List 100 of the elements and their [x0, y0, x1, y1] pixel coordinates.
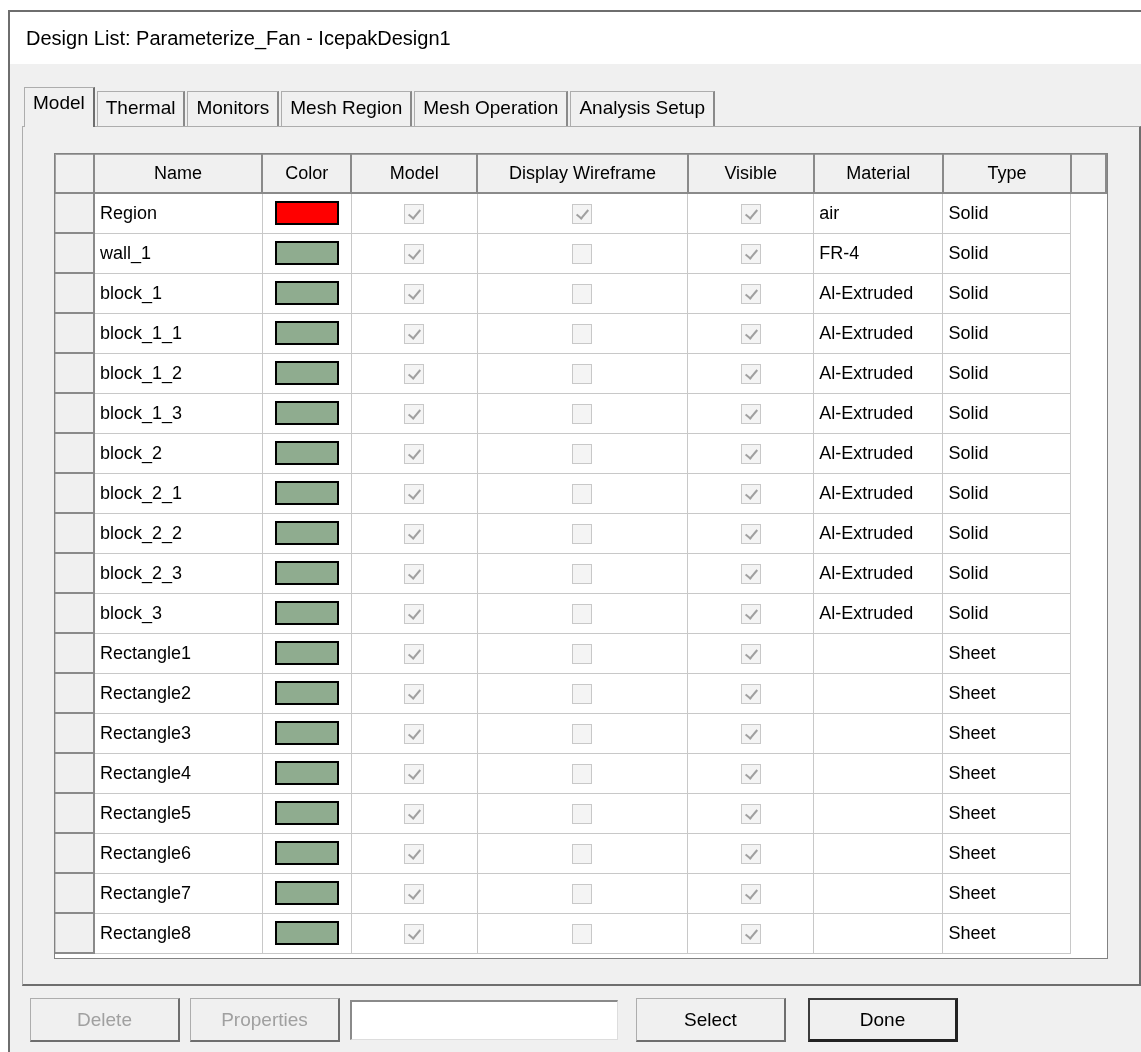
checkbox[interactable]: [572, 723, 593, 744]
row-header[interactable]: [55, 513, 94, 553]
checkbox[interactable]: [404, 723, 425, 744]
tab[interactable]: Mesh Operation: [414, 91, 569, 126]
color-swatch[interactable]: [274, 601, 339, 625]
checkbox[interactable]: [404, 443, 425, 464]
checkbox[interactable]: [740, 563, 761, 584]
checkbox[interactable]: [404, 643, 425, 664]
checkbox[interactable]: [572, 283, 593, 304]
checkbox[interactable]: [740, 323, 761, 344]
row-header[interactable]: [55, 353, 94, 393]
checkbox[interactable]: [740, 443, 761, 464]
row-header[interactable]: [55, 593, 94, 633]
checkbox[interactable]: [572, 483, 593, 504]
checkbox[interactable]: [740, 403, 761, 424]
checkbox[interactable]: [740, 763, 761, 784]
dialog-button[interactable]: Done: [808, 998, 958, 1042]
checkbox[interactable]: [740, 643, 761, 664]
checkbox[interactable]: [404, 403, 425, 424]
checkbox[interactable]: [572, 363, 593, 384]
row-header[interactable]: [55, 193, 94, 233]
checkbox[interactable]: [404, 603, 425, 624]
color-swatch[interactable]: [274, 721, 339, 745]
color-swatch[interactable]: [274, 241, 339, 265]
checkbox[interactable]: [404, 243, 425, 264]
column-header[interactable]: Material: [813, 154, 943, 193]
checkbox[interactable]: [740, 243, 761, 264]
checkbox[interactable]: [740, 803, 761, 824]
checkbox[interactable]: [572, 203, 593, 224]
checkbox[interactable]: [572, 403, 593, 424]
tab[interactable]: Thermal: [96, 91, 186, 126]
checkbox[interactable]: [740, 923, 761, 944]
row-header[interactable]: [55, 313, 94, 353]
checkbox[interactable]: [740, 603, 761, 624]
row-header[interactable]: [55, 633, 94, 673]
color-swatch[interactable]: [274, 641, 339, 665]
row-header[interactable]: [55, 553, 94, 593]
column-header[interactable]: Visible: [687, 154, 814, 193]
row-header[interactable]: [55, 913, 94, 953]
color-swatch[interactable]: [274, 401, 339, 425]
color-swatch[interactable]: [274, 201, 339, 226]
checkbox[interactable]: [572, 523, 593, 544]
row-header[interactable]: [55, 673, 94, 713]
checkbox[interactable]: [740, 843, 761, 864]
color-swatch[interactable]: [274, 521, 339, 545]
tab[interactable]: Mesh Region: [281, 91, 413, 126]
color-swatch[interactable]: [274, 321, 339, 345]
row-header[interactable]: [55, 273, 94, 313]
row-header[interactable]: [55, 873, 94, 913]
column-header[interactable]: Model: [351, 154, 478, 193]
checkbox[interactable]: [404, 483, 425, 504]
row-header[interactable]: [55, 793, 94, 833]
color-swatch[interactable]: [274, 681, 339, 705]
checkbox[interactable]: [404, 283, 425, 304]
checkbox[interactable]: [404, 923, 425, 944]
checkbox[interactable]: [572, 763, 593, 784]
column-header[interactable]: Type: [942, 154, 1071, 193]
row-header[interactable]: [55, 753, 94, 793]
dialog-button[interactable]: Select: [636, 998, 786, 1042]
checkbox[interactable]: [740, 883, 761, 904]
checkbox[interactable]: [404, 803, 425, 824]
color-swatch[interactable]: [274, 441, 339, 465]
color-swatch[interactable]: [274, 561, 339, 585]
color-swatch[interactable]: [274, 801, 339, 825]
tab[interactable]: Analysis Setup: [570, 91, 716, 126]
checkbox[interactable]: [740, 523, 761, 544]
column-header[interactable]: Color: [262, 154, 352, 193]
color-swatch[interactable]: [274, 921, 339, 945]
tab[interactable]: Model: [24, 87, 95, 127]
checkbox[interactable]: [404, 763, 425, 784]
color-swatch[interactable]: [274, 841, 339, 865]
row-header[interactable]: [55, 713, 94, 753]
row-header[interactable]: [55, 833, 94, 873]
color-swatch[interactable]: [274, 481, 339, 505]
checkbox[interactable]: [740, 723, 761, 744]
checkbox[interactable]: [572, 323, 593, 344]
checkbox[interactable]: [404, 523, 425, 544]
checkbox[interactable]: [404, 363, 425, 384]
checkbox[interactable]: [572, 563, 593, 584]
color-swatch[interactable]: [274, 761, 339, 785]
checkbox[interactable]: [404, 563, 425, 584]
color-swatch[interactable]: [274, 881, 339, 905]
checkbox[interactable]: [572, 923, 593, 944]
checkbox[interactable]: [404, 843, 425, 864]
row-header[interactable]: [55, 433, 94, 473]
checkbox[interactable]: [740, 683, 761, 704]
column-header[interactable]: Display Wireframe: [477, 154, 688, 193]
checkbox[interactable]: [572, 443, 593, 464]
row-header[interactable]: [55, 233, 94, 273]
tab[interactable]: Monitors: [187, 91, 280, 126]
row-header[interactable]: [55, 393, 94, 433]
column-header[interactable]: Name: [93, 154, 262, 193]
checkbox[interactable]: [404, 203, 425, 224]
checkbox[interactable]: [404, 683, 425, 704]
checkbox[interactable]: [740, 283, 761, 304]
color-swatch[interactable]: [274, 361, 339, 385]
color-swatch[interactable]: [274, 281, 339, 305]
checkbox[interactable]: [404, 883, 425, 904]
checkbox[interactable]: [572, 803, 593, 824]
checkbox[interactable]: [572, 843, 593, 864]
